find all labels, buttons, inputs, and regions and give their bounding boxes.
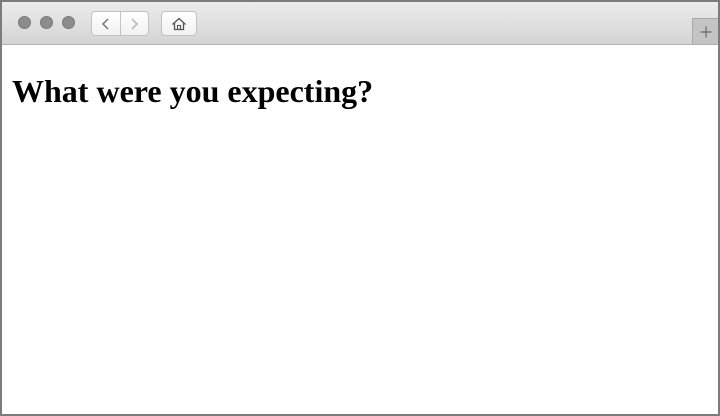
home-button[interactable] <box>161 11 197 36</box>
forward-button[interactable] <box>119 12 149 35</box>
back-button[interactable] <box>92 12 120 35</box>
page-heading: What were you expecting? <box>12 73 374 109</box>
browser-toolbar <box>2 2 718 45</box>
plus-icon <box>700 26 711 37</box>
zoom-window-button[interactable] <box>62 16 75 29</box>
new-tab-button[interactable] <box>692 18 718 44</box>
browser-window: What were you expecting? <box>0 0 720 416</box>
page-content: What were you expecting? <box>2 45 718 414</box>
close-window-button[interactable] <box>18 16 31 29</box>
navigation-buttons <box>91 11 149 36</box>
chevron-left-icon <box>101 17 109 30</box>
chevron-right-icon <box>131 17 139 30</box>
minimize-window-button[interactable] <box>40 16 53 29</box>
home-icon <box>172 17 186 30</box>
